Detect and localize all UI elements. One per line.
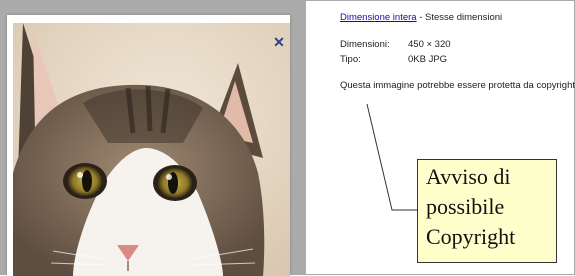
callout-line-1: Avviso di (426, 164, 511, 189)
cat-image (13, 23, 290, 276)
copyright-warning-callout: Avviso di possibile Copyright (417, 159, 557, 263)
close-icon[interactable]: ✕ (272, 35, 286, 49)
type-row: Tipo: 0KB JPG (340, 54, 447, 65)
cat-photo[interactable] (13, 23, 290, 276)
type-label: Tipo: (340, 54, 361, 65)
callout-line-2: possibile (426, 194, 505, 219)
dimensions-value: 450 × 320 (408, 39, 451, 50)
dimensions-row: Dimensioni: 450 × 320 (340, 39, 451, 50)
type-value: 0KB JPG (408, 54, 448, 65)
callout-line-3: Copyright (426, 224, 516, 249)
dimensions-label: Dimensioni: (340, 39, 390, 50)
size-description: - Stesse dimensioni (416, 12, 503, 23)
image-preview-panel: ✕ (1, 1, 306, 276)
full-size-link[interactable]: Dimensione intera (340, 12, 417, 23)
size-line: Dimensione intera - Stesse dimensioni (340, 12, 502, 23)
image-card: ✕ (7, 15, 290, 276)
copyright-notice: Questa immagine potrebbe essere protetta… (340, 80, 575, 91)
